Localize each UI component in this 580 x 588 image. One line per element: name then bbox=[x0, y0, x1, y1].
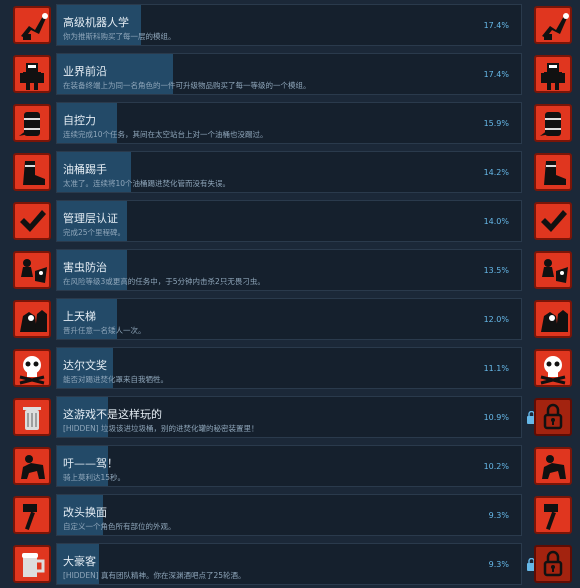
achievement-title: 业界前沿 bbox=[63, 65, 107, 78]
achievement-progress-bar: 害虫防治在风险等级3或更高的任务中，于5分钟内击杀2只无畏刁虫。 13.5% bbox=[56, 249, 522, 291]
achievement-row: 大豪客 [HIDDEN] 真有团队精神。你在深渊酒吧点了25轮酒。 9.3% bbox=[0, 543, 580, 588]
achievement-row: 达尔文奖能否对踢进焚化罩来自我牺牲。 11.1% bbox=[0, 347, 580, 392]
achievement-row: 这游戏不是这样玩的 [HIDDEN] 垃圾该进垃圾桶，别的进焚化罐的秘密装置里！ 1… bbox=[0, 396, 580, 441]
achievement-percent: 17.4% bbox=[483, 21, 509, 30]
hammer-icon bbox=[534, 496, 572, 534]
boot-icon bbox=[534, 153, 572, 191]
ride-icon bbox=[13, 447, 51, 485]
achievement-title: 大豪客 bbox=[63, 555, 96, 568]
achievement-title: 上天梯 bbox=[63, 310, 96, 323]
barrel-icon bbox=[534, 104, 572, 142]
achievement-row: 自控力连续完成10个任务，其间在太空站台上对一个油桶也没踢过。 15.9% bbox=[0, 102, 580, 147]
achievement-description: 能否对踢进焚化罩来自我牺牲。 bbox=[63, 375, 168, 384]
achievement-row: 油桶踢手太准了。连续将10个油桶踢进焚化管而没有失误。 14.2% bbox=[0, 151, 580, 196]
checkmark-icon bbox=[534, 202, 572, 240]
achievement-percent: 10.9% bbox=[483, 413, 509, 422]
padlock-icon bbox=[534, 398, 572, 436]
robot-arm-icon bbox=[534, 6, 572, 44]
robot-icon bbox=[13, 55, 51, 93]
achievement-row: 吁——驾！ 骑上莫利达15秒。 10.2% bbox=[0, 445, 580, 490]
achievement-percent: 14.0% bbox=[483, 217, 509, 226]
achievement-percent: 9.3% bbox=[488, 511, 509, 520]
achievement-progress-bar: 高级机器人学你为推斯科购买了每一层的模组。 17.4% bbox=[56, 4, 522, 46]
robot-icon bbox=[534, 55, 572, 93]
bug-fight-icon bbox=[534, 251, 572, 289]
achievement-percent: 15.9% bbox=[483, 119, 509, 128]
skull-icon bbox=[534, 349, 572, 387]
achievement-description: 完成25个里程碑。 bbox=[63, 228, 126, 237]
barrel-icon bbox=[13, 104, 51, 142]
achievement-description: 你为推斯科购买了每一层的模组。 bbox=[63, 32, 176, 41]
achievement-progress-bar: 油桶踢手太准了。连续将10个油桶踢进焚化管而没有失误。 14.2% bbox=[56, 151, 522, 193]
achievement-title: 高级机器人学 bbox=[63, 16, 129, 29]
hammer-icon bbox=[13, 496, 51, 534]
achievement-title: 改头换面 bbox=[63, 506, 107, 519]
achievement-title: 油桶踢手 bbox=[63, 163, 107, 176]
achievement-progress-bar: 达尔文奖能否对踢进焚化罩来自我牺牲。 11.1% bbox=[56, 347, 522, 389]
skull-icon bbox=[13, 349, 51, 387]
beer-mug-icon bbox=[13, 545, 51, 583]
dwarf-promote-icon bbox=[13, 300, 51, 338]
achievement-title: 自控力 bbox=[63, 114, 96, 127]
achievement-progress-bar: 管理层认证完成25个里程碑。 14.0% bbox=[56, 200, 522, 242]
achievement-percent: 13.5% bbox=[483, 266, 509, 275]
achievement-percent: 17.4% bbox=[483, 70, 509, 79]
achievement-title: 害虫防治 bbox=[63, 261, 107, 274]
achievement-progress-bar: 自控力连续完成10个任务，其间在太空站台上对一个油桶也没踢过。 15.9% bbox=[56, 102, 522, 144]
checkmark-icon bbox=[13, 202, 51, 240]
achievement-percent: 11.1% bbox=[483, 364, 509, 373]
achievement-title: 吁——驾！ bbox=[63, 457, 118, 470]
achievement-description: [HIDDEN] 垃圾该进垃圾桶，别的进焚化罐的秘密装置里！ bbox=[63, 424, 259, 433]
achievement-description: 自定义一个角色所有部位的外观。 bbox=[63, 522, 176, 531]
dwarf-promote-icon bbox=[534, 300, 572, 338]
achievement-progress-bar: 上天梯晋升任意一名矮人一次。 12.0% bbox=[56, 298, 522, 340]
achievement-title: 管理层认证 bbox=[63, 212, 118, 225]
achievement-list: 高级机器人学 你为推斯科购买了每一层的模组。 17.4% 业界前沿 在装备终端上为同一名… bbox=[0, 0, 580, 587]
achievement-description: 骑上莫利达15秒。 bbox=[63, 473, 126, 482]
achievement-row: 改头换面自定义一个角色所有部位的外观。 9.3% bbox=[0, 494, 580, 539]
ride-icon bbox=[534, 447, 572, 485]
achievement-row: 上天梯晋升任意一名矮人一次。 12.0% bbox=[0, 298, 580, 343]
achievement-progress-bar: 业界前沿在装备终端上为同一名角色的一件可升级物品购买了每一等级的一个模组。 17.… bbox=[56, 53, 522, 95]
achievement-progress-bar: 改头换面自定义一个角色所有部位的外观。 9.3% bbox=[56, 494, 522, 536]
achievement-row: 管理层认证完成25个里程碑。 14.0% bbox=[0, 200, 580, 245]
achievement-title: 这游戏不是这样玩的 bbox=[63, 408, 162, 421]
achievement-description: 太准了。连续将10个油桶踢进焚化管而没有失误。 bbox=[63, 179, 231, 188]
achievement-description: [HIDDEN] 真有团队精神。你在深渊酒吧点了25轮酒。 bbox=[63, 571, 246, 580]
achievement-percent: 9.3% bbox=[488, 560, 509, 569]
padlock-icon bbox=[534, 545, 572, 583]
achievement-description: 晋升任意一名矮人一次。 bbox=[63, 326, 146, 335]
achievement-percent: 12.0% bbox=[483, 315, 509, 324]
achievement-percent: 10.2% bbox=[483, 462, 509, 471]
trash-can-icon bbox=[13, 398, 51, 436]
achievement-percent: 14.2% bbox=[483, 168, 509, 177]
achievement-description: 在风险等级3或更高的任务中，于5分钟内击杀2只无畏刁虫。 bbox=[63, 277, 265, 286]
achievement-progress-bar: 大豪客 [HIDDEN] 真有团队精神。你在深渊酒吧点了25轮酒。 9.3% bbox=[56, 543, 522, 585]
bug-fight-icon bbox=[13, 251, 51, 289]
achievement-description: 连续完成10个任务，其间在太空站台上对一个油桶也没踢过。 bbox=[63, 130, 268, 139]
achievement-row: 高级机器人学你为推斯科购买了每一层的模组。 17.4% bbox=[0, 4, 580, 49]
achievement-progress-bar: 吁——驾！ 骑上莫利达15秒。 10.2% bbox=[56, 445, 522, 487]
achievement-progress-bar: 这游戏不是这样玩的 [HIDDEN] 垃圾该进垃圾桶，别的进焚化罐的秘密装置里！ 1… bbox=[56, 396, 522, 438]
achievement-title: 达尔文奖 bbox=[63, 359, 107, 372]
robot-arm-icon bbox=[13, 6, 51, 44]
achievement-description: 在装备终端上为同一名角色的一件可升级物品购买了每一等级的一个模组。 bbox=[63, 81, 311, 90]
achievement-row: 业界前沿在装备终端上为同一名角色的一件可升级物品购买了每一等级的一个模组。 17.… bbox=[0, 53, 580, 98]
boot-icon bbox=[13, 153, 51, 191]
achievement-row: 害虫防治在风险等级3或更高的任务中，于5分钟内击杀2只无畏刁虫。 13.5% bbox=[0, 249, 580, 294]
